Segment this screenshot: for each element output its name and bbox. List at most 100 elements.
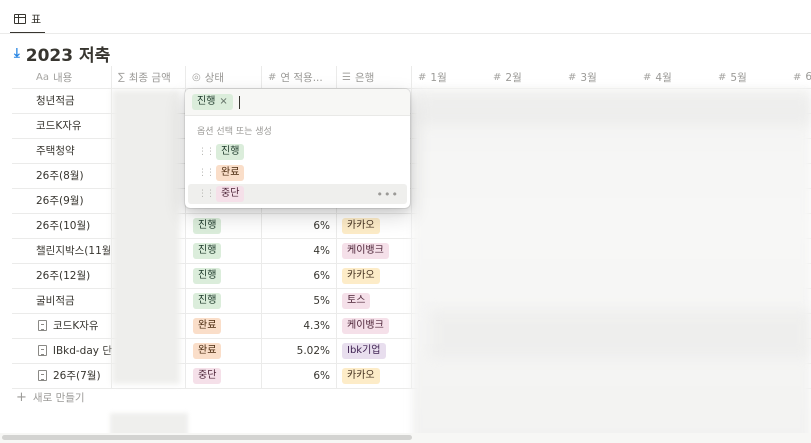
bank-cell[interactable]: 케이뱅크: [342, 238, 389, 263]
column-header-label: 은행: [354, 71, 375, 84]
number-icon: #: [718, 71, 727, 83]
bank-tag: 카카오: [342, 217, 380, 234]
rate-cell[interactable]: 5%: [262, 288, 330, 313]
status-cell[interactable]: 진행: [193, 238, 222, 263]
bank-cell[interactable]: 카카오: [342, 363, 380, 388]
row-name-cell[interactable]: 코드K자유: [38, 313, 112, 338]
row-name-cell[interactable]: 챌린지박스(11월: [36, 238, 110, 263]
row-name: 26주(10월): [36, 220, 91, 232]
row-name-cell[interactable]: 26주(8월): [36, 163, 110, 188]
new-row-button[interactable]: + 새로 만들기: [16, 390, 85, 405]
column-header-9[interactable]: #5월: [718, 66, 788, 88]
rate-cell[interactable]: 4%: [262, 238, 330, 263]
row-name: 26주(8월): [36, 170, 84, 182]
status-cell[interactable]: 완료: [193, 313, 222, 338]
row-name-cell[interactable]: 26주(10월): [36, 213, 110, 238]
status-tag: 진행: [193, 217, 222, 234]
list-icon: ☰: [342, 71, 351, 83]
row-name-cell[interactable]: 26주(7월): [38, 363, 112, 388]
number-icon: #: [793, 71, 802, 83]
row-name: 26주(12월): [36, 270, 91, 282]
redacted-amount-column: [112, 90, 180, 384]
download-icon[interactable]: ⤓: [14, 47, 20, 60]
status-option-tag: 진행: [216, 144, 245, 160]
bank-cell[interactable]: 케이뱅크: [342, 313, 389, 338]
status-cell[interactable]: 진행: [193, 288, 222, 313]
row-name-cell[interactable]: 26주(12월): [36, 263, 110, 288]
row-name: IBkd-day 단: [52, 345, 112, 357]
drag-handle-icon[interactable]: ⋮⋮: [198, 147, 215, 157]
bank-cell[interactable]: Ibk기업: [342, 338, 386, 363]
column-header-label: 4월: [655, 71, 672, 84]
status-tag: 진행: [193, 267, 222, 284]
bank-tag: 카카오: [342, 367, 380, 384]
row-name: 26주(9월): [36, 195, 84, 207]
rate-cell[interactable]: 6%: [262, 263, 330, 288]
row-name-cell[interactable]: IBkd-day 단: [38, 338, 112, 363]
scrollbar-thumb[interactable]: [2, 435, 412, 440]
column-header-10[interactable]: #6: [793, 66, 811, 88]
row-name: 주택청약: [36, 145, 75, 157]
column-header-5[interactable]: #1월: [418, 66, 488, 88]
rate-cell[interactable]: 6%: [262, 363, 330, 388]
column-header-4[interactable]: ☰ 은행: [342, 66, 412, 88]
redacted-monthly-band: [430, 310, 811, 358]
column-header-0[interactable]: Aa 내용: [36, 66, 112, 88]
remove-chip-icon[interactable]: ×: [219, 95, 227, 109]
rate-cell[interactable]: 6%: [262, 213, 330, 238]
column-header-3[interactable]: # 연 적용...: [268, 66, 334, 88]
page-title: 2023 저축: [25, 45, 111, 66]
row-name-cell[interactable]: 청년적금: [36, 88, 110, 113]
status-cell[interactable]: 진행: [193, 213, 222, 238]
rate-cell[interactable]: 5.02%: [262, 338, 330, 363]
column-header-8[interactable]: #4월: [643, 66, 713, 88]
column-header-1[interactable]: ∑ 최종 금액: [118, 66, 190, 88]
column-header-label: 상태: [204, 71, 225, 84]
status-cell[interactable]: 완료: [193, 338, 222, 363]
bank-cell[interactable]: 카카오: [342, 213, 380, 238]
row-name: 코드K자유: [53, 320, 99, 332]
table-icon: [14, 14, 26, 24]
horizontal-scrollbar[interactable]: [0, 433, 811, 443]
status-select-input[interactable]: 진행 ×: [185, 89, 410, 116]
row-name-cell[interactable]: 26주(9월): [36, 188, 110, 213]
row-name-cell[interactable]: 코드K자유: [36, 113, 110, 138]
more-options-icon[interactable]: •••: [377, 188, 399, 201]
number-icon: #: [493, 71, 502, 83]
column-header-label: 3월: [580, 71, 597, 84]
plus-icon: +: [16, 390, 27, 405]
column-header-6[interactable]: #2월: [493, 66, 563, 88]
status-cell[interactable]: 진행: [193, 263, 222, 288]
status-option-1[interactable]: ⋮⋮ 완료: [188, 163, 407, 183]
drag-handle-icon[interactable]: ⋮⋮: [198, 189, 215, 199]
database-title: ⤓ 2023 저축: [14, 42, 111, 66]
rate-cell[interactable]: 4.3%: [262, 313, 330, 338]
row-name-cell[interactable]: 굴비적금: [36, 288, 110, 313]
number-icon: #: [418, 71, 427, 83]
bank-cell[interactable]: 카카오: [342, 263, 380, 288]
number-icon: #: [643, 71, 652, 83]
status-tag: 완료: [193, 317, 222, 334]
status-select-dropdown: 진행 × 옵션 선택 또는 생성 ⋮⋮ 진행 ⋮⋮ 완료 ⋮⋮ 중단 •••: [185, 89, 410, 208]
bank-tag: 카카오: [342, 267, 380, 284]
column-header-label: 6: [805, 71, 811, 83]
status-option-0[interactable]: ⋮⋮ 진행: [188, 142, 407, 162]
status-option-tag: 완료: [216, 165, 245, 181]
column-header-label: 내용: [52, 71, 73, 84]
bank-tag: Ibk기업: [342, 342, 386, 359]
row-name: 굴비적금: [36, 295, 75, 307]
column-header-7[interactable]: #3월: [568, 66, 638, 88]
status-tag: 완료: [193, 342, 222, 359]
row-name-cell[interactable]: 주택청약: [36, 138, 110, 163]
status-cell[interactable]: 중단: [193, 363, 222, 388]
status-option-2[interactable]: ⋮⋮ 중단 •••: [188, 184, 407, 204]
bank-cell[interactable]: 토스: [342, 288, 371, 313]
view-tab[interactable]: 표: [10, 6, 46, 34]
row-name: 코드K자유: [36, 120, 82, 132]
page-icon: [38, 345, 47, 356]
column-header-2[interactable]: ◎ 상태: [192, 66, 262, 88]
drag-handle-icon[interactable]: ⋮⋮: [198, 168, 215, 178]
dropdown-hint: 옵션 선택 또는 생성: [197, 127, 272, 137]
number-icon: #: [268, 71, 277, 83]
status-option-tag: 중단: [216, 186, 245, 202]
